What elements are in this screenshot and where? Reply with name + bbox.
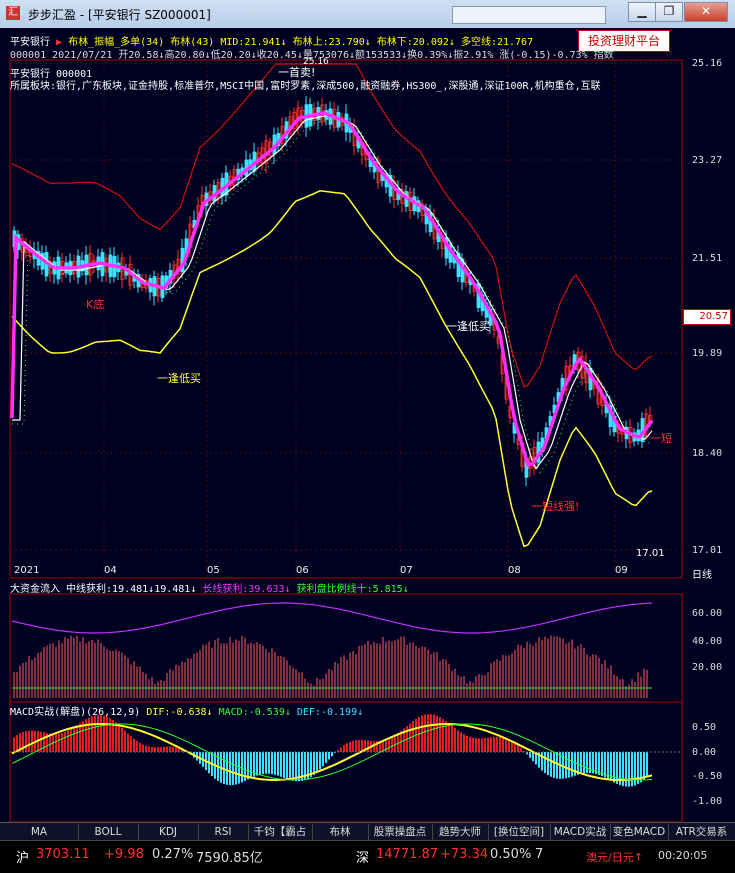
- currency-ticker[interactable]: 澳元/日元↑: [586, 849, 643, 865]
- x-tick: 09: [615, 565, 628, 576]
- dif-label: DIF:-0.638↓: [146, 707, 213, 718]
- y-tick: 40.00: [692, 636, 723, 647]
- x-tick: 06: [296, 565, 309, 576]
- long-profit-label: 长线获利:39.633↓: [202, 584, 291, 595]
- y-tick: 60.00: [692, 608, 723, 619]
- y-tick: 19.89: [692, 348, 723, 359]
- tab-kdj[interactable]: KDJ: [138, 824, 199, 840]
- y-tick: -1.00: [692, 796, 723, 807]
- tab-bianse-macd[interactable]: 变色MACD: [610, 824, 669, 840]
- status-bar: 沪 3703.11 +9.98 0.27% 7590.85亿 深 14771.8…: [0, 840, 735, 873]
- tab-bulin[interactable]: 布林: [312, 824, 369, 840]
- sector-list: 所属板块:银行,广东板块,证金持股,标准普尔,MSCI中国,富时罗素,深成500…: [10, 81, 601, 92]
- y-tick: -0.50: [692, 771, 723, 782]
- current-price-tag: 20.57: [683, 309, 731, 325]
- clock: 00:20:05: [658, 849, 708, 862]
- x-tick: 08: [508, 565, 521, 576]
- annotation: 17.01: [636, 548, 665, 559]
- sh-change: +9.98: [104, 847, 144, 862]
- close-button[interactable]: ✕: [684, 2, 728, 22]
- x-tick: 2021: [14, 565, 40, 576]
- annotation: K底: [86, 298, 105, 311]
- y-tick: 25.16: [692, 58, 723, 69]
- x-tick: 07: [400, 565, 413, 576]
- app-icon: 汇: [6, 6, 20, 20]
- tab-qushi[interactable]: 趋势大师: [432, 824, 489, 840]
- sh-amount: 7590.85亿: [196, 851, 263, 866]
- restore-button[interactable]: ❐: [655, 2, 683, 22]
- sz-change: +73.34: [440, 847, 489, 862]
- annotation: 一短: [650, 432, 672, 445]
- minimize-button[interactable]: ▁: [628, 2, 656, 22]
- flow-panel-header: 大资金流入 中线获利:19.481↓19.481↓ 长线获利:39.633↓ 获…: [10, 580, 409, 595]
- tab-macd-shizhan[interactable]: MACD实战: [550, 824, 611, 840]
- y-tick: 21.51: [692, 253, 723, 264]
- y-tick: 20.00: [692, 662, 723, 673]
- annotation: 25.16: [303, 57, 329, 67]
- macd-panel-header: MACD实战(解盘)(26,12,9) DIF:-0.638↓ MACD:-0.…: [10, 703, 363, 718]
- tab-ma[interactable]: MA: [0, 824, 79, 840]
- tab-boll[interactable]: BOLL: [78, 824, 139, 840]
- window-title: 步步汇盈 - [平安银行 SZ000001]: [28, 8, 211, 22]
- sz-label: 深: [356, 851, 370, 866]
- tab-atr[interactable]: ATR交易系: [668, 824, 735, 840]
- title-bar: 汇 步步汇盈 - [平安银行 SZ000001] ▁ ❐ ✕: [0, 0, 735, 29]
- sh-pct: 0.27%: [152, 847, 194, 862]
- sz-extra: 7: [535, 847, 544, 862]
- tab-caopan[interactable]: 股票操盘点: [368, 824, 433, 840]
- macd-title: MACD实战(解盘)(26,12,9): [10, 707, 141, 718]
- period-label[interactable]: 日线: [692, 566, 712, 581]
- annotation: 一逢低买: [157, 372, 201, 385]
- chart-canvas[interactable]: [0, 28, 735, 840]
- sh-label: 沪: [16, 851, 30, 866]
- macd-value-label: MACD:-0.539↓: [218, 707, 291, 718]
- sz-pct: 0.50%: [490, 847, 532, 862]
- y-tick: 23.27: [692, 155, 723, 166]
- y-tick: 17.01: [692, 545, 723, 556]
- tab-qianjun[interactable]: 千钧【霸占: [248, 824, 313, 840]
- x-tick: 04: [104, 565, 117, 576]
- toolbar-search-box[interactable]: [452, 6, 606, 24]
- flow-label: 大资金流入: [10, 584, 60, 595]
- annotation: 一短线强!: [531, 500, 580, 513]
- y-tick: 0.50: [692, 722, 717, 733]
- annotation: 一逢低买: [446, 320, 490, 333]
- tab-huanwei[interactable]: [换位空间]: [488, 824, 551, 840]
- mid-profit-label: 中线获利:19.481↓19.481↓: [66, 584, 197, 595]
- indicator-tabs: MA BOLL KDJ RSI 千钧【霸占 布林 股票操盘点 趋势大师 [换位空…: [0, 822, 735, 841]
- y-tick: 18.40: [692, 448, 723, 459]
- sh-index: 3703.11: [36, 847, 90, 862]
- tab-rsi[interactable]: RSI: [198, 824, 249, 840]
- x-tick: 05: [207, 565, 220, 576]
- y-tick: 0.00: [692, 747, 717, 758]
- ratio-label: 获利盘比例线十:5.815↓: [296, 584, 409, 595]
- sz-index: 14771.87: [376, 847, 439, 862]
- dea-label: DEF:-0.199↓: [296, 707, 364, 718]
